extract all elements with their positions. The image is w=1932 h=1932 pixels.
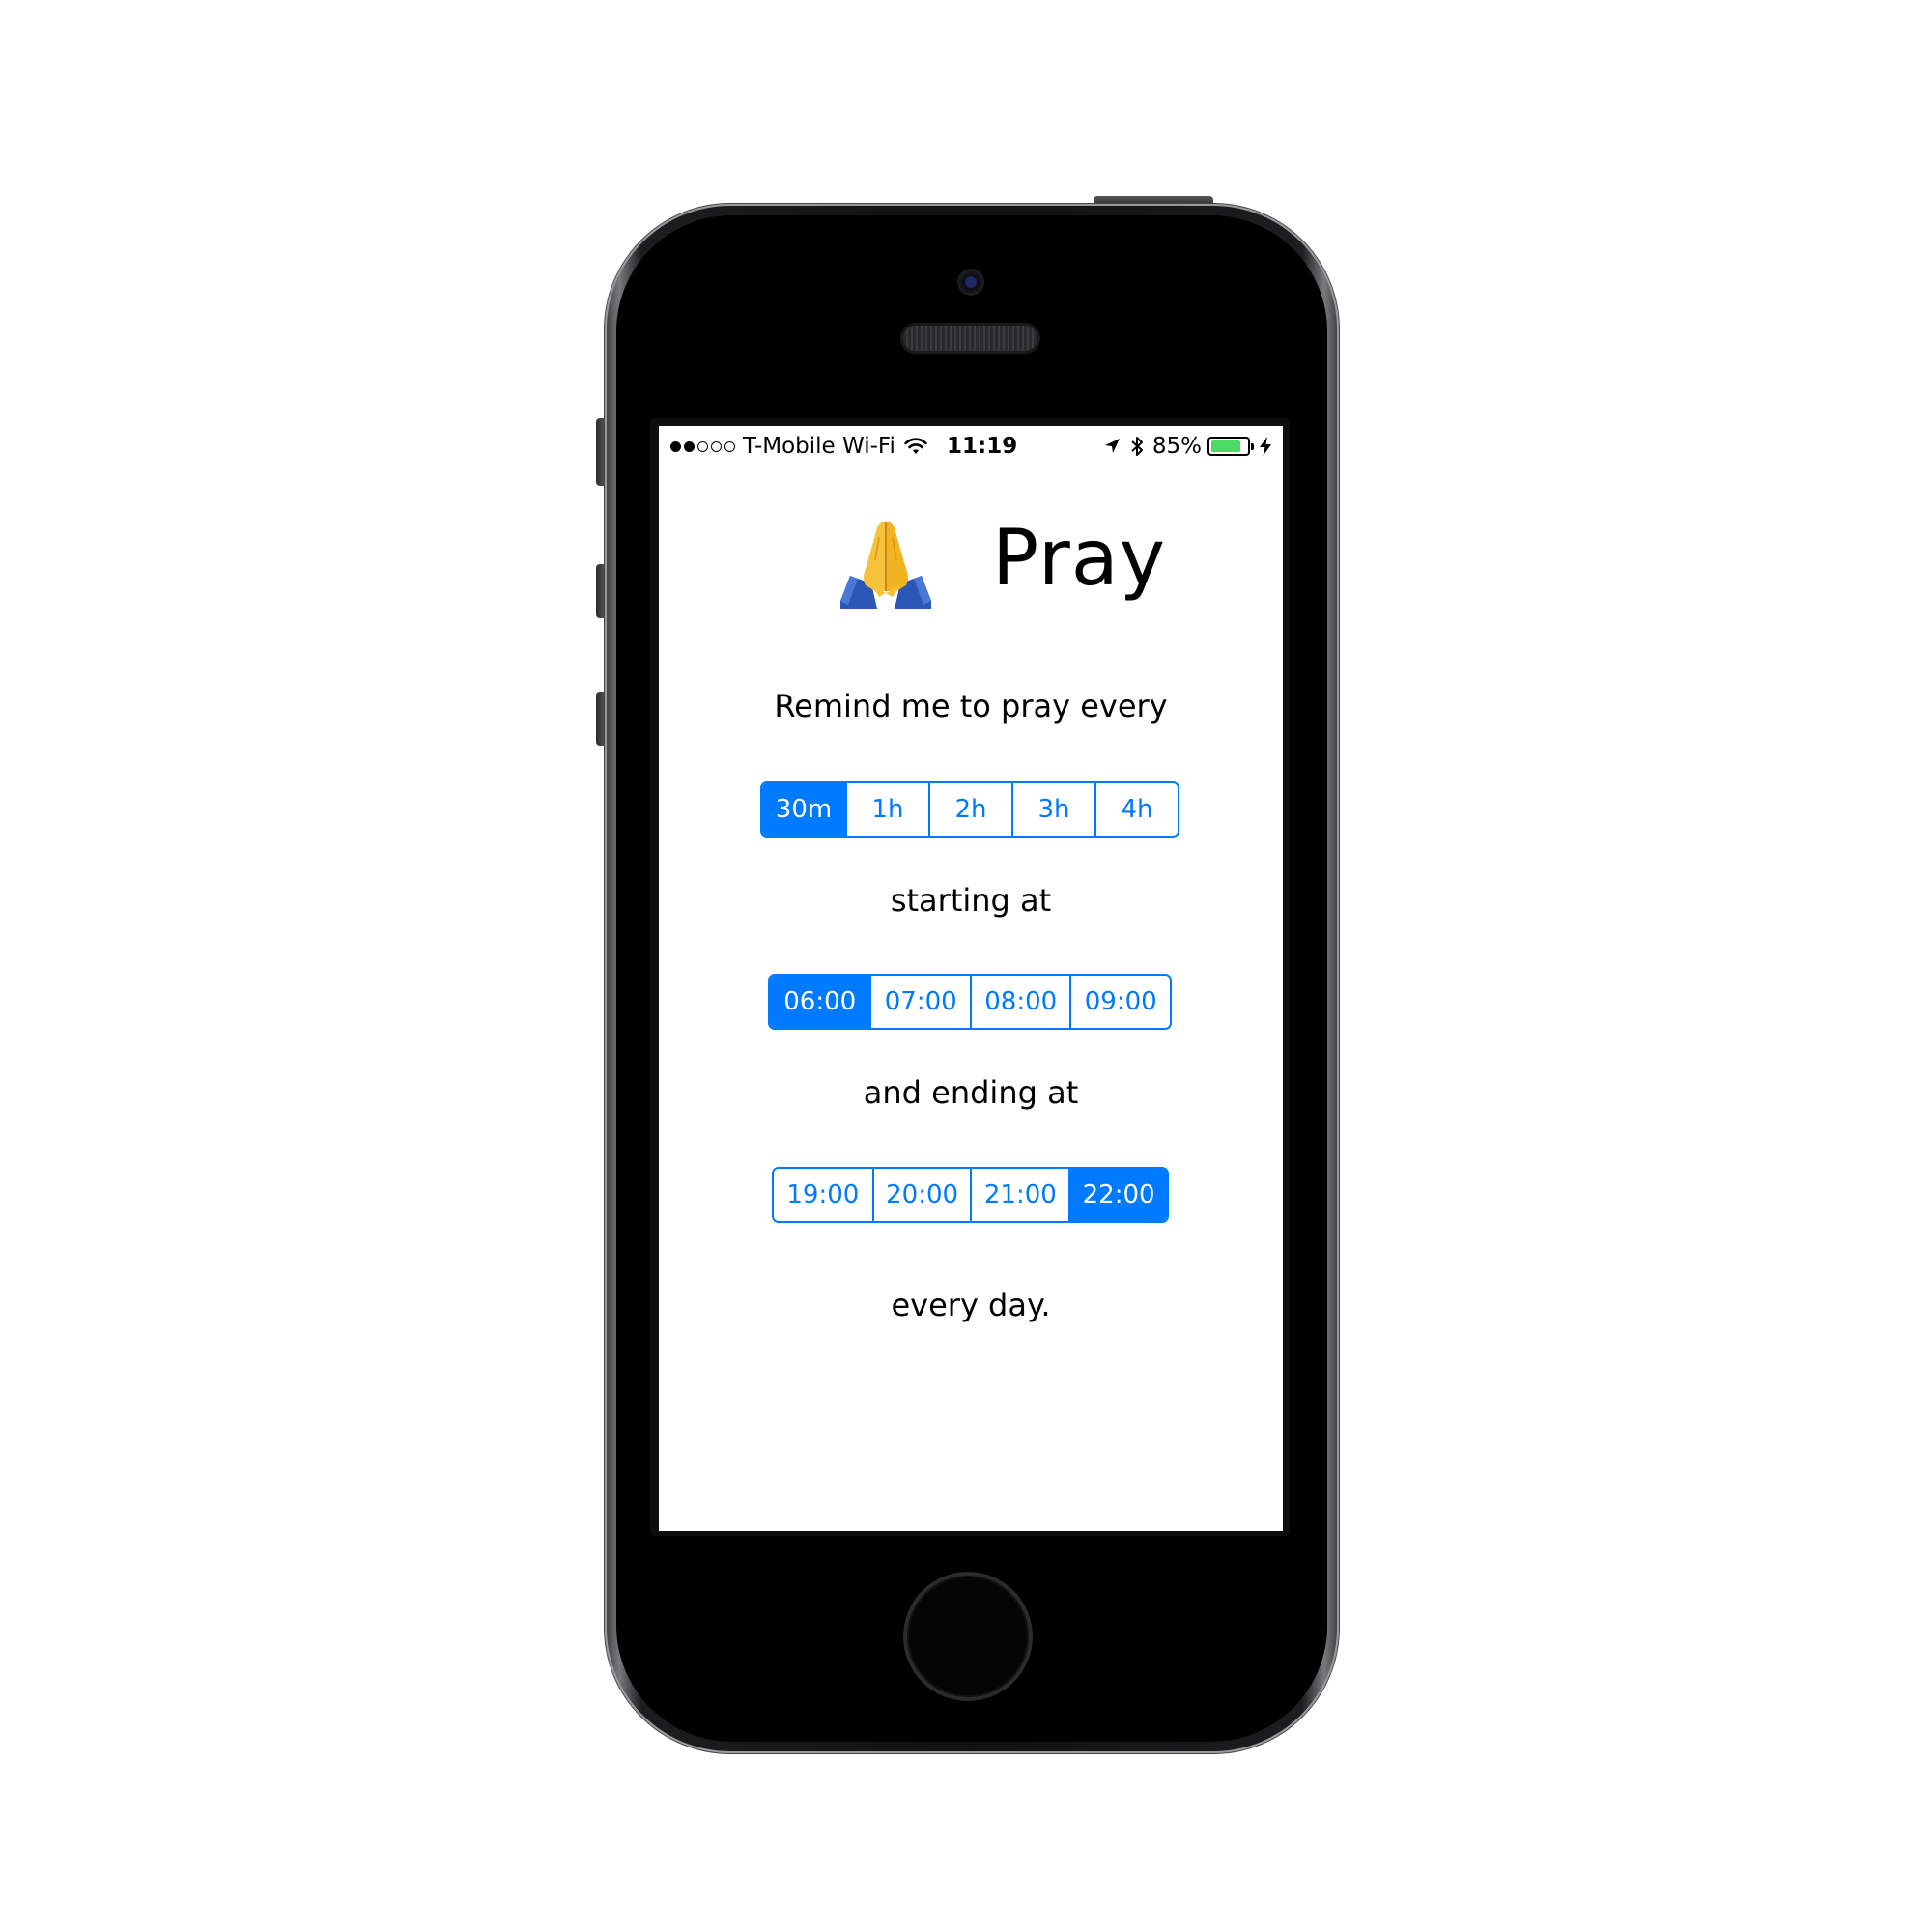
carrier-label: T-Mobile Wi-Fi [743,434,895,459]
status-bar-left: T-Mobile Wi-Fi [670,434,928,459]
start-time-option[interactable]: 06:00 [770,976,870,1028]
start-time-option[interactable]: 07:00 [869,976,970,1028]
end-time-option[interactable]: 22:00 [1068,1169,1167,1221]
signal-dot [724,440,735,452]
earpiece-speaker [903,326,1037,351]
status-bar-right: 85% [1102,434,1275,459]
end-prompt: and ending at [863,1074,1079,1111]
charging-bolt-icon [1260,437,1271,456]
signal-dot [684,440,695,452]
home-button[interactable] [903,1572,1033,1701]
signal-dot [711,440,722,452]
start-prompt: starting at [890,882,1052,919]
start-time-segmented-control[interactable]: 06:00 07:00 08:00 09:00 [768,974,1172,1030]
status-bar: T-Mobile Wi-Fi 11:19 85% [659,426,1283,465]
interval-prompt: Remind me to pray every [774,688,1168,724]
status-time: 11:19 [947,434,1018,459]
interval-segmented-control[interactable]: 30m 1h 2h 3h 4h [760,781,1179,838]
app-screen: T-Mobile Wi-Fi 11:19 85% Pray Remind me … [659,426,1283,1531]
battery-icon [1208,437,1254,456]
praying-hands-icon [840,521,931,609]
interval-option[interactable]: 3h [1010,783,1094,836]
signal-dot [670,440,681,452]
interval-option[interactable]: 30m [762,783,845,836]
signal-dot [697,440,708,452]
wifi-icon [904,438,927,454]
app-title: Pray [992,513,1167,603]
interval-option[interactable]: 4h [1094,783,1178,836]
start-time-option[interactable]: 08:00 [969,976,1070,1028]
battery-percent: 85% [1151,434,1202,459]
location-arrow-icon [1104,439,1120,453]
bluetooth-icon [1131,437,1143,456]
cellular-signal-icon [670,440,735,452]
start-time-option[interactable]: 09:00 [1069,976,1170,1028]
front-camera-icon [957,269,984,296]
battery-level-fill [1211,440,1240,452]
footer-text: every day. [891,1287,1051,1323]
end-time-segmented-control[interactable]: 19:00 20:00 21:00 22:00 [772,1167,1169,1223]
end-time-option[interactable]: 21:00 [970,1169,1069,1221]
end-time-option[interactable]: 19:00 [774,1169,872,1221]
interval-option[interactable]: 1h [844,783,928,836]
app-header: Pray [659,508,1283,614]
battery-cap [1251,443,1254,450]
stage: T-Mobile Wi-Fi 11:19 85% Pray Remind me … [0,0,1932,1932]
end-time-option[interactable]: 20:00 [871,1169,971,1221]
interval-option[interactable]: 2h [927,783,1011,836]
